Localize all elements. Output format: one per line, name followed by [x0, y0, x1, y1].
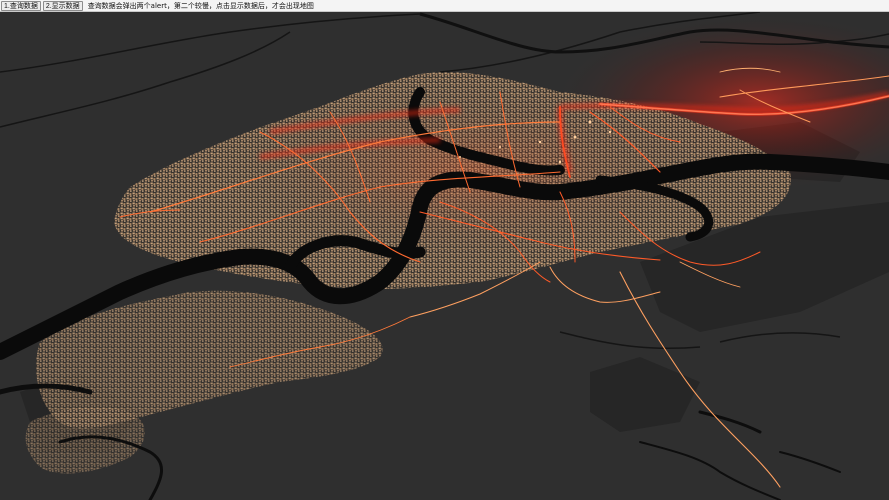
hint-text: 查询数据会弹出两个alert，第二个较慢，点击显示数据后，才会出现地图	[87, 1, 314, 10]
map-canvas[interactable]	[0, 12, 889, 500]
show-data-button[interactable]: 2.显示数据	[42, 0, 83, 11]
city-map-svg	[0, 12, 889, 500]
toolbar: 1.查询数据 2.显示数据 查询数据会弹出两个alert，第二个较慢，点击显示数…	[0, 0, 889, 12]
query-data-button[interactable]: 1.查询数据	[1, 0, 41, 11]
